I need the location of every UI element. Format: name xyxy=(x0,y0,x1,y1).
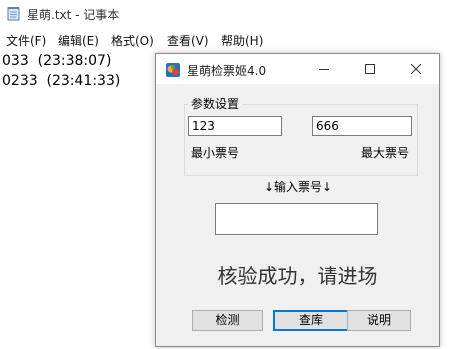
notepad-line: 033 (23:38:07) xyxy=(2,53,112,69)
notepad-menubar: 文件(F) 编辑(E) 格式(O) 查看(V) 帮助(H) xyxy=(0,30,462,50)
maximize-button[interactable] xyxy=(347,54,393,84)
ticket-number-input[interactable] xyxy=(215,203,378,235)
app-icon xyxy=(165,62,181,78)
min-ticket-input[interactable]: 123 xyxy=(188,116,282,136)
notepad-titlebar: 星萌.txt - 记事本 xyxy=(0,0,462,28)
dialog-titlebar[interactable]: 星萌检票姬4.0 xyxy=(156,54,439,84)
menu-format[interactable]: 格式(O) xyxy=(111,32,154,49)
params-group-title: 参数设置 xyxy=(188,95,243,112)
notepad-text-area[interactable]: 033 (23:38:07) 0233 (23:41:33) xyxy=(2,51,120,91)
max-ticket-label: 最大票号 xyxy=(361,146,410,160)
help-button[interactable]: 说明 xyxy=(347,310,411,331)
menu-file[interactable]: 文件(F) xyxy=(6,32,46,49)
minimize-button[interactable] xyxy=(301,54,347,84)
max-ticket-input[interactable]: 666 xyxy=(312,116,412,136)
query-database-button[interactable]: 查库 xyxy=(273,310,349,331)
minimize-icon xyxy=(319,69,329,70)
close-icon xyxy=(411,64,421,74)
maximize-icon xyxy=(365,64,375,74)
ticket-input-label: ↓输入票号↓ xyxy=(264,180,333,194)
notepad-line: 0233 (23:41:33) xyxy=(2,73,121,89)
min-ticket-label: 最小票号 xyxy=(191,146,240,160)
dialog-title: 星萌检票姬4.0 xyxy=(187,64,267,78)
params-groupbox xyxy=(184,104,418,176)
menu-help[interactable]: 帮助(H) xyxy=(221,32,263,49)
ticket-checker-window: 星萌检票姬4.0 参数设置 123 666 最小票号 最大票号 ↓输入票号↓ 核… xyxy=(155,53,440,347)
check-button[interactable]: 检测 xyxy=(192,310,263,331)
close-button[interactable] xyxy=(393,54,439,84)
menu-view[interactable]: 查看(V) xyxy=(167,32,209,49)
verification-result: 核验成功，请进场 xyxy=(217,264,378,288)
notepad-app-icon xyxy=(7,6,20,21)
menu-edit[interactable]: 编辑(E) xyxy=(58,32,99,49)
notepad-window-title: 星萌.txt - 记事本 xyxy=(27,8,120,22)
